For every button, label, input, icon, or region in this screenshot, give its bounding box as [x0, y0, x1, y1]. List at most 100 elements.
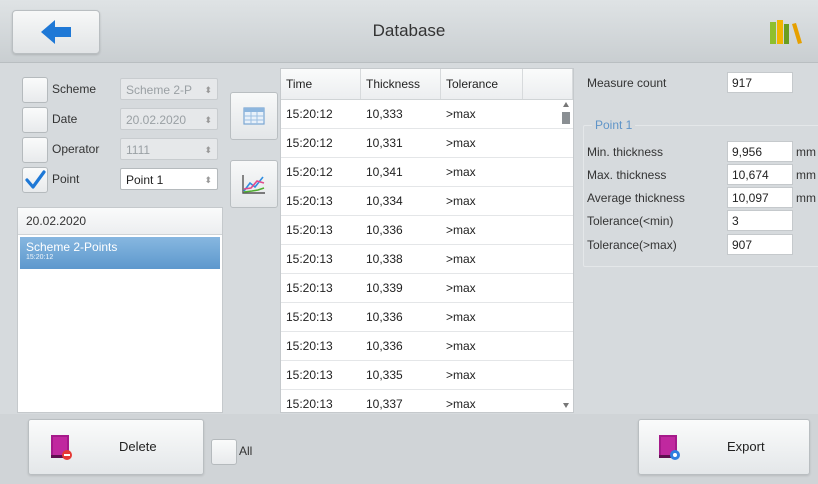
scheme-select[interactable]: Scheme 2-P ⬍ — [120, 78, 218, 100]
table-row[interactable]: 15:20:13 10,336 >max — [281, 332, 573, 361]
table-row[interactable]: 15:20:13 10,335 >max — [281, 361, 573, 390]
delete-button-label: Delete — [119, 439, 157, 454]
export-button-label: Export — [727, 439, 765, 454]
checkmark-icon — [25, 170, 46, 189]
cell-time: 15:20:13 — [286, 397, 333, 411]
table-row[interactable]: 15:20:13 10,339 >max — [281, 274, 573, 303]
operator-select-value: 1111 — [126, 143, 151, 157]
book-delete-icon — [51, 435, 72, 460]
table-scrollbar[interactable] — [561, 100, 571, 410]
measure-count-value: 917 — [727, 72, 793, 93]
all-label: All — [239, 444, 253, 458]
cell-thickness: 10,336 — [366, 339, 403, 353]
min-thickness-unit: mm — [796, 145, 816, 159]
table-view-button[interactable] — [230, 92, 278, 140]
date-select[interactable]: 20.02.2020 ⬍ — [120, 108, 218, 130]
cell-tolerance: >max — [446, 339, 476, 353]
avg-thickness-unit: mm — [796, 191, 816, 205]
cell-tolerance: >max — [446, 194, 476, 208]
cell-tolerance: >max — [446, 223, 476, 237]
min-thickness-value: 9,956 — [727, 141, 793, 162]
measurement-table: Time Thickness Tolerance 15:20:12 10,333 >… — [280, 68, 574, 413]
max-thickness-value: 10,674 — [727, 164, 793, 185]
point-checkbox[interactable] — [22, 167, 48, 193]
cell-time: 15:20:13 — [286, 194, 333, 208]
cell-thickness: 10,331 — [366, 136, 403, 150]
table-row[interactable]: 15:20:12 10,333 >max — [281, 100, 573, 129]
page-title: Database — [372, 21, 446, 40]
book-export-icon — [659, 435, 680, 460]
scheme-checkbox[interactable] — [22, 77, 48, 103]
all-checkbox[interactable] — [211, 439, 237, 465]
date-select-value: 20.02.2020 — [126, 113, 187, 127]
scroll-thumb — [562, 112, 570, 124]
cell-thickness: 10,339 — [366, 281, 403, 295]
scheme-label: Scheme — [52, 82, 97, 96]
cell-time: 15:20:13 — [286, 368, 333, 382]
max-thickness-label: Max. thickness — [587, 168, 667, 182]
list-item[interactable]: Scheme 2-Points 15:20:12 — [20, 237, 220, 269]
table-body: 15:20:12 10,333 >max 15:20:12 10,331 >max 15:2… — [281, 100, 573, 412]
cell-time: 15:20:12 — [286, 107, 333, 121]
cell-time: 15:20:13 — [286, 252, 333, 266]
cell-tolerance: >max — [446, 281, 476, 295]
date-label: Date — [52, 112, 78, 126]
operator-label: Operator — [52, 142, 100, 156]
cell-tolerance: >max — [446, 310, 476, 324]
scroll-down-icon — [563, 403, 569, 408]
column-header-time[interactable]: Time — [281, 69, 361, 99]
table-row[interactable]: 15:20:12 10,331 >max — [281, 129, 573, 158]
date-checkbox[interactable] — [22, 107, 48, 133]
operator-checkbox[interactable] — [22, 137, 48, 163]
min-thickness-label: Min. thickness — [587, 145, 664, 159]
avg-thickness-value: 10,097 — [727, 187, 793, 208]
table-view-icon — [243, 107, 265, 125]
library-icon[interactable] — [768, 18, 808, 46]
cell-time: 15:20:12 — [286, 165, 333, 179]
column-header-thickness[interactable]: Thickness — [361, 69, 441, 99]
cell-tolerance: >max — [446, 252, 476, 266]
measure-count-label: Measure count — [587, 76, 667, 90]
chevron-updown-icon: ⬍ — [204, 145, 212, 155]
column-header-extra — [523, 69, 573, 99]
cell-time: 15:20:13 — [286, 281, 333, 295]
column-header-tolerance[interactable]: Tolerance — [441, 69, 523, 99]
operator-select[interactable]: 1111 ⬍ — [120, 138, 218, 160]
cell-thickness: 10,333 — [366, 107, 403, 121]
tolerance-max-value: 907 — [727, 234, 793, 255]
chevron-updown-icon: ⬍ — [204, 85, 212, 95]
cell-tolerance: >max — [446, 397, 476, 411]
point-group-title: Point 1 — [592, 118, 636, 132]
table-row[interactable]: 15:20:13 10,336 >max — [281, 216, 573, 245]
session-list-date: 20.02.2020 — [18, 208, 222, 235]
list-item-time: 15:20:12 — [26, 254, 54, 261]
cell-tolerance: >max — [446, 165, 476, 179]
cell-thickness: 10,338 — [366, 252, 403, 266]
table-row[interactable]: 15:20:12 10,341 >max — [281, 158, 573, 187]
session-list: 20.02.2020 Scheme 2-Points 15:20:12 — [17, 207, 223, 413]
table-row[interactable]: 15:20:13 10,338 >max — [281, 245, 573, 274]
cell-thickness: 10,341 — [366, 165, 403, 179]
export-button[interactable]: Export — [638, 419, 810, 475]
scheme-select-value: Scheme 2-P — [126, 83, 193, 97]
cell-thickness: 10,336 — [366, 310, 403, 324]
cell-thickness: 10,334 — [366, 194, 403, 208]
graph-view-button[interactable] — [230, 160, 278, 208]
table-row[interactable]: 15:20:13 10,334 >max — [281, 187, 573, 216]
table-row[interactable]: 15:20:13 10,337 >max — [281, 390, 573, 412]
point-select[interactable]: Point 1 ⬍ — [120, 168, 218, 190]
delete-button[interactable]: Delete — [28, 419, 204, 475]
avg-thickness-label: Average thickness — [587, 191, 685, 205]
chevron-updown-icon: ⬍ — [204, 115, 212, 125]
cell-tolerance: >max — [446, 368, 476, 382]
tolerance-max-label: Tolerance(>max) — [587, 238, 677, 252]
cell-time: 15:20:13 — [286, 310, 333, 324]
point-label: Point — [52, 172, 80, 186]
table-row[interactable]: 15:20:13 10,336 >max — [281, 303, 573, 332]
table-header: Time Thickness Tolerance — [281, 69, 573, 100]
tolerance-min-value: 3 — [727, 210, 793, 231]
cell-thickness: 10,337 — [366, 397, 403, 411]
cell-thickness: 10,336 — [366, 223, 403, 237]
cell-thickness: 10,335 — [366, 368, 403, 382]
cell-time: 15:20:13 — [286, 223, 333, 237]
